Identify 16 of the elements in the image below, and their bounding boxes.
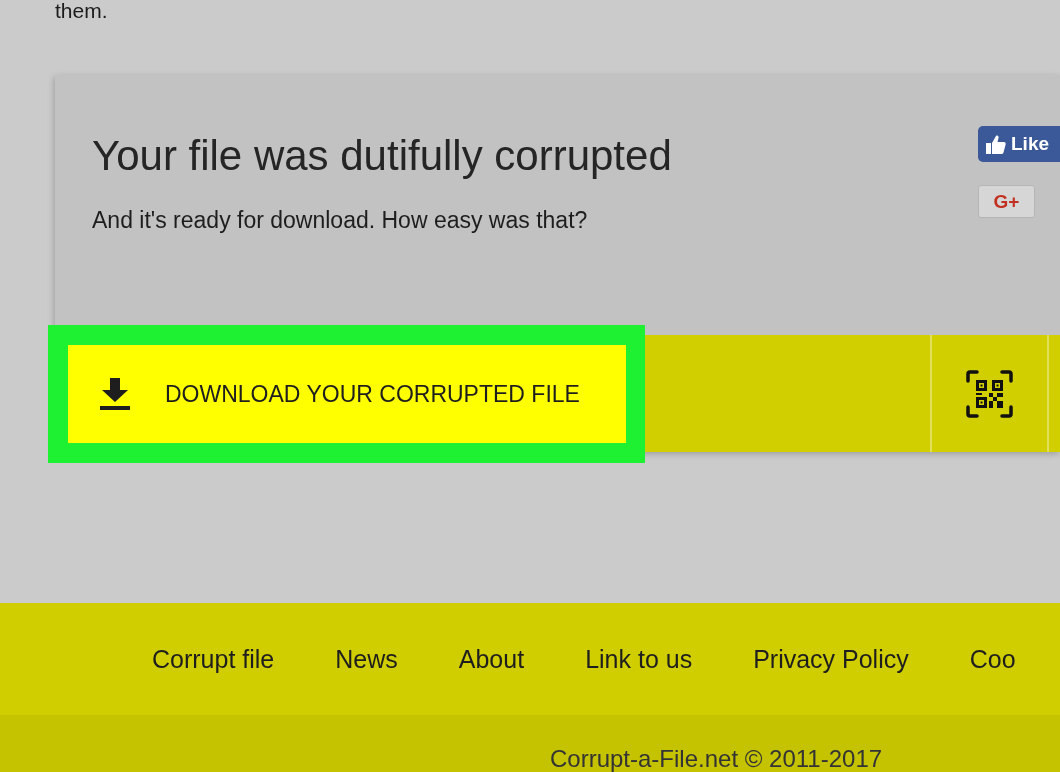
copyright-text: Corrupt-a-File.net © 2011-2017 — [550, 745, 883, 772]
footer-link[interactable]: Link to us — [585, 644, 693, 674]
qr-code-scan-icon[interactable] — [966, 369, 1013, 418]
thumbs-up-icon — [986, 134, 1006, 154]
footer-link[interactable]: Coo — [969, 644, 1016, 674]
footer-link[interactable]: About — [458, 644, 525, 674]
google-plus-button[interactable]: G+ — [978, 185, 1035, 218]
result-subtitle: And it's ready for download. How easy was that? — [92, 206, 589, 235]
footer-link[interactable]: Privacy Policy — [753, 644, 909, 674]
download-icon — [100, 378, 130, 410]
footer-link[interactable]: Corrupt file — [152, 644, 275, 674]
download-button[interactable]: DOWNLOAD YOUR CORRUPTED FILE — [68, 345, 626, 443]
footer-link[interactable]: News — [335, 644, 398, 674]
intro-text: them. — [55, 0, 108, 21]
result-title: Your file was dutifully corrupted — [92, 131, 673, 181]
like-button[interactable]: Like — [978, 126, 1060, 162]
